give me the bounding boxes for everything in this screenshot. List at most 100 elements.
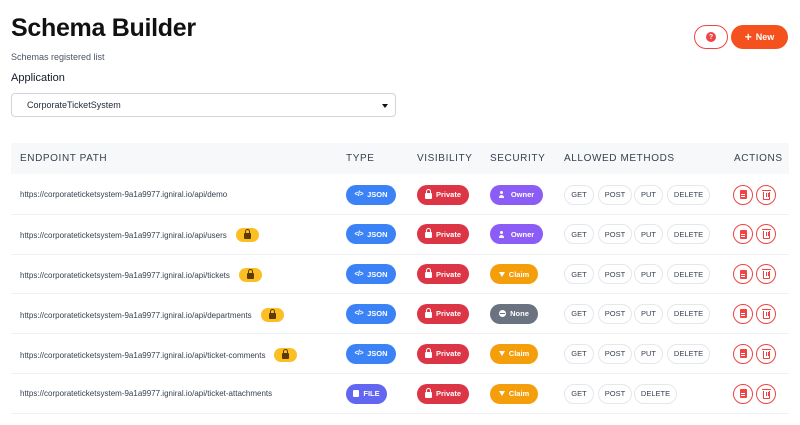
method-label: DELETE	[673, 190, 704, 199]
security-label: Claim	[508, 349, 530, 359]
type-label: JSON	[367, 229, 388, 239]
method-label: GET	[571, 190, 587, 199]
security-badge: Claim	[490, 343, 538, 364]
method-pill: PUT	[634, 184, 663, 205]
method-pill: DELETE	[667, 343, 710, 364]
column-header-type: TYPE	[346, 153, 375, 164]
document-button[interactable]	[733, 343, 753, 364]
code-icon: </>	[354, 230, 364, 238]
method-label: GET	[571, 309, 587, 319]
endpoint-path[interactable]: https://corporateticketsystem-9a1a9977.i…	[20, 389, 272, 398]
type-label: FILE	[363, 389, 380, 398]
document-icon	[739, 190, 747, 199]
method-label: DELETE	[673, 229, 704, 239]
document-button[interactable]	[733, 303, 753, 324]
security-label: Claim	[508, 389, 530, 398]
visibility-badge: Private	[417, 184, 469, 205]
users-icon	[498, 230, 507, 238]
lock-icon	[246, 269, 254, 280]
endpoint-path[interactable]: https://corporateticketsystem-9a1a9977.i…	[20, 268, 262, 283]
visibility-label: Private	[435, 229, 462, 239]
document-button[interactable]	[733, 383, 753, 404]
filter-icon	[498, 271, 505, 277]
method-pill: POST	[598, 343, 632, 364]
method-pill: POST	[598, 303, 632, 324]
lock-icon	[424, 347, 432, 358]
security-label: Owner	[510, 190, 535, 199]
column-header-allowed-methods: ALLOWED METHODS	[564, 153, 675, 164]
endpoint-path-text: https://corporateticketsystem-9a1a9977.i…	[20, 231, 227, 241]
type-badge: </> JSON	[346, 303, 396, 324]
lock-icon	[424, 307, 432, 318]
help-icon: ?	[706, 32, 716, 42]
method-label: DELETE	[673, 309, 704, 319]
type-label: JSON	[367, 349, 388, 359]
trash-icon	[761, 388, 771, 399]
table-row: https://corporateticketsystem-9a1a9977.i…	[11, 215, 789, 255]
endpoint-path[interactable]: https://corporateticketsystem-9a1a9977.i…	[20, 347, 298, 363]
trash-icon	[761, 229, 771, 240]
type-label: JSON	[367, 190, 388, 199]
lock-icon	[424, 228, 432, 239]
column-header-actions: ACTIONS	[734, 153, 783, 164]
new-button[interactable]: + New	[731, 25, 788, 49]
delete-button[interactable]	[756, 224, 776, 245]
delete-button[interactable]	[756, 383, 776, 404]
method-pill: POST	[598, 264, 632, 285]
method-pill: DELETE	[667, 264, 710, 285]
endpoint-path-text: https://corporateticketsystem-9a1a9977.i…	[20, 189, 228, 199]
plus-icon: +	[744, 30, 752, 44]
method-pill: PUT	[634, 303, 663, 324]
endpoint-path-text: https://corporateticketsystem-9a1a9977.i…	[20, 388, 273, 398]
delete-button[interactable]	[756, 264, 776, 285]
code-icon: </>	[354, 310, 364, 318]
type-badge: </> JSON	[346, 343, 396, 364]
security-badge: Claim	[490, 264, 538, 285]
method-label: PUT	[641, 269, 656, 279]
type-badge: </> JSON	[346, 224, 396, 245]
endpoint-path-text: https://corporateticketsystem-9a1a9977.i…	[20, 311, 252, 320]
document-button[interactable]	[733, 264, 753, 285]
code-icon: </>	[354, 350, 364, 358]
trash-icon	[761, 308, 771, 319]
method-label: POST	[604, 389, 626, 398]
visibility-label: Private	[435, 389, 462, 398]
application-select[interactable]: CorporateTicketSystem	[11, 93, 396, 117]
security-badge: None	[490, 303, 538, 324]
method-label: GET	[571, 229, 587, 239]
page-title: Schema Builder	[11, 14, 196, 42]
method-label: GET	[571, 349, 587, 359]
type-badge: </> JSON	[346, 184, 396, 205]
endpoint-path[interactable]: https://corporateticketsystem-9a1a9977.i…	[20, 190, 227, 199]
trash-icon	[761, 348, 771, 359]
trash-icon	[761, 189, 771, 200]
column-header-visibility: VISIBILITY	[417, 153, 473, 164]
endpoint-path[interactable]: https://corporateticketsystem-9a1a9977.i…	[20, 307, 284, 323]
delete-button[interactable]	[756, 303, 776, 324]
method-label: POST	[604, 309, 626, 319]
method-pill: POST	[598, 224, 632, 245]
visibility-badge: Private	[417, 303, 469, 324]
method-label: GET	[571, 389, 587, 398]
security-label: Claim	[508, 269, 530, 279]
method-pill: DELETE	[667, 184, 710, 205]
lock-icon	[243, 229, 251, 240]
lock-icon	[282, 348, 290, 359]
table-row: https://corporateticketsystem-9a1a9977.i…	[11, 294, 789, 335]
method-pill: GET	[564, 343, 594, 364]
endpoint-path[interactable]: https://corporateticketsystem-9a1a9977.i…	[20, 228, 259, 243]
column-header-endpoint-path: ENDPOINT PATH	[20, 153, 108, 164]
delete-button[interactable]	[756, 184, 776, 205]
method-pill: PUT	[634, 343, 663, 364]
help-button[interactable]: ?	[694, 25, 728, 49]
filter-icon	[498, 391, 505, 396]
document-button[interactable]	[733, 224, 753, 245]
document-button[interactable]	[733, 184, 753, 205]
delete-button[interactable]	[756, 343, 776, 364]
code-icon: </>	[354, 191, 364, 198]
table-row: https://corporateticketsystem-9a1a9977.i…	[11, 255, 789, 295]
application-select-value: CorporateTicketSystem	[27, 100, 121, 110]
users-icon	[498, 191, 507, 198]
endpoint-path-text: https://corporateticketsystem-9a1a9977.i…	[20, 350, 266, 360]
method-label: PUT	[641, 229, 656, 239]
